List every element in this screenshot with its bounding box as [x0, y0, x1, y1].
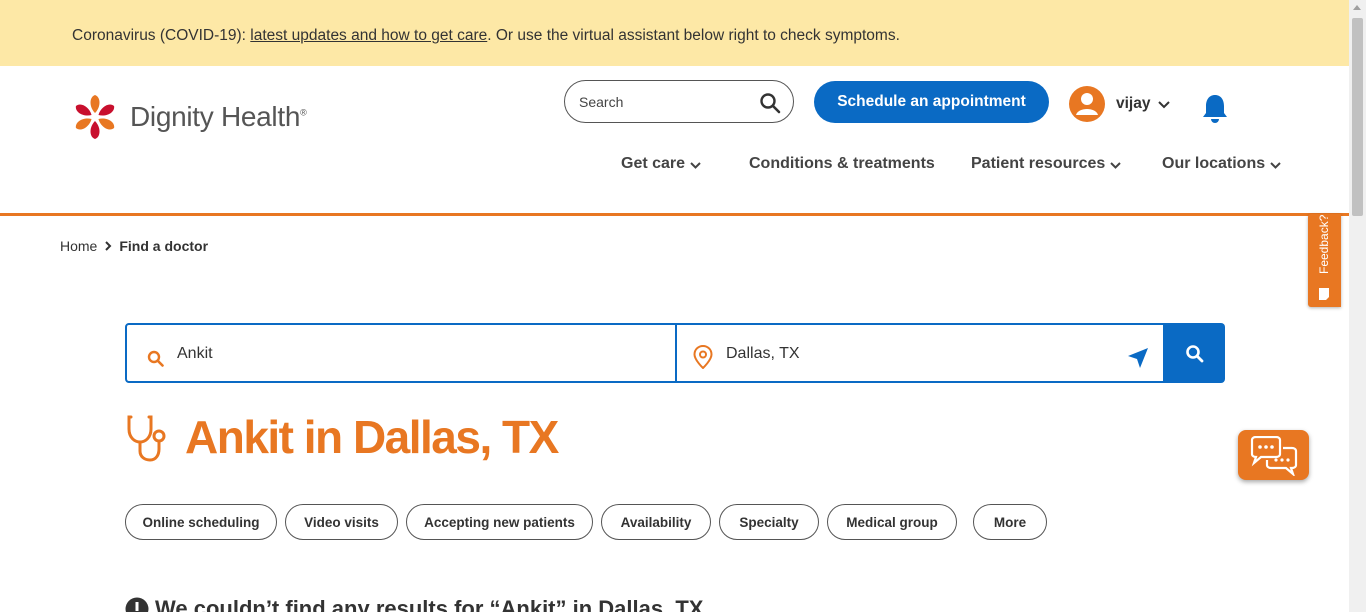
banner-text: Coronavirus (COVID-19): latest updates a…: [72, 27, 900, 45]
nav-get-care[interactable]: Get care: [621, 155, 701, 173]
filter-video-visits[interactable]: Video visits: [285, 504, 398, 540]
no-results-text: We couldn’t find any results for “Ankit”…: [155, 596, 704, 612]
chat-icon: [1250, 436, 1298, 476]
user-name: vijay: [1116, 95, 1151, 112]
info-icon: [125, 597, 149, 612]
feedback-tab[interactable]: Feedback?: [1308, 214, 1341, 307]
search-icon[interactable]: [759, 92, 781, 114]
nav-get-care-label: Get care: [621, 155, 686, 172]
results-title: Ankit in Dallas, TX: [185, 411, 559, 463]
search-icon: [1186, 345, 1204, 363]
site-search: [564, 80, 794, 123]
dignity-health-logo[interactable]: Dignity Health®: [66, 92, 307, 142]
no-results-message: We couldn’t find any results for “Ankit”…: [125, 596, 703, 612]
banner-suffix: . Or use the virtual assistant below rig…: [487, 27, 900, 44]
chevron-down-icon: [1110, 161, 1121, 169]
filter-more[interactable]: More: [973, 504, 1047, 540]
nav-conditions-treatments[interactable]: Conditions & treatments: [749, 155, 935, 173]
location-input[interactable]: [726, 343, 1106, 365]
doctor-query-field: [125, 323, 677, 383]
filter-accepting-new-patients[interactable]: Accepting new patients: [406, 504, 593, 540]
schedule-appointment-button[interactable]: Schedule an appointment: [814, 81, 1049, 123]
stethoscope-icon: [127, 415, 166, 462]
doctor-search-bar: [125, 323, 1225, 383]
results-heading: Ankit in Dallas, TX: [125, 410, 559, 464]
covid-banner: Coronavirus (COVID-19): latest updates a…: [0, 0, 1349, 66]
chevron-down-icon: [690, 161, 701, 169]
logo-text: Dignity Health: [130, 101, 301, 132]
registered-mark: ®: [300, 107, 307, 118]
user-menu[interactable]: vijay: [1068, 85, 1171, 123]
site-header: Dignity Health® Schedule an appointment …: [0, 66, 1349, 216]
scroll-up-arrow-icon[interactable]: [1353, 5, 1361, 10]
filter-availability[interactable]: Availability: [601, 504, 711, 540]
virtual-assistant-chat-button[interactable]: [1238, 430, 1309, 480]
site-search-input[interactable]: [579, 91, 749, 113]
bell-icon[interactable]: [1201, 93, 1229, 123]
nav-patient-resources[interactable]: Patient resources: [971, 155, 1121, 173]
breadcrumb: Home Find a doctor: [60, 238, 208, 254]
covid-updates-link[interactable]: latest updates and how to get care: [250, 27, 487, 44]
location-field: [675, 323, 1165, 383]
map-pin-icon: [693, 345, 713, 369]
nav-our-locations[interactable]: Our locations: [1162, 155, 1281, 173]
nav-patient-resources-label: Patient resources: [971, 155, 1106, 172]
feedback-label: Feedback?: [1317, 214, 1331, 274]
page-scrollbar[interactable]: [1349, 0, 1366, 612]
filter-online-scheduling[interactable]: Online scheduling: [125, 504, 277, 540]
search-icon: [147, 350, 164, 367]
locate-arrow-icon[interactable]: [1127, 347, 1149, 369]
chevron-right-icon: [105, 241, 112, 251]
nav-our-locations-label: Our locations: [1162, 155, 1266, 172]
note-icon: [1319, 288, 1329, 300]
banner-prefix: Coronavirus (COVID-19):: [72, 27, 251, 44]
chevron-down-icon: [1158, 101, 1171, 109]
doctor-search-button[interactable]: [1165, 323, 1225, 383]
filter-specialty[interactable]: Specialty: [719, 504, 819, 540]
breadcrumb-current: Find a doctor: [119, 238, 209, 254]
user-avatar-icon: [1069, 86, 1105, 122]
scroll-thumb[interactable]: [1352, 18, 1363, 216]
logo-mark-icon: [75, 95, 115, 139]
logo-wordmark: Dignity Health®: [130, 101, 307, 133]
nav-conditions-label: Conditions & treatments: [749, 155, 935, 172]
breadcrumb-home-link[interactable]: Home: [60, 238, 97, 254]
doctor-query-input[interactable]: [177, 343, 657, 365]
chevron-down-icon: [1270, 161, 1281, 169]
filter-medical-group[interactable]: Medical group: [827, 504, 957, 540]
